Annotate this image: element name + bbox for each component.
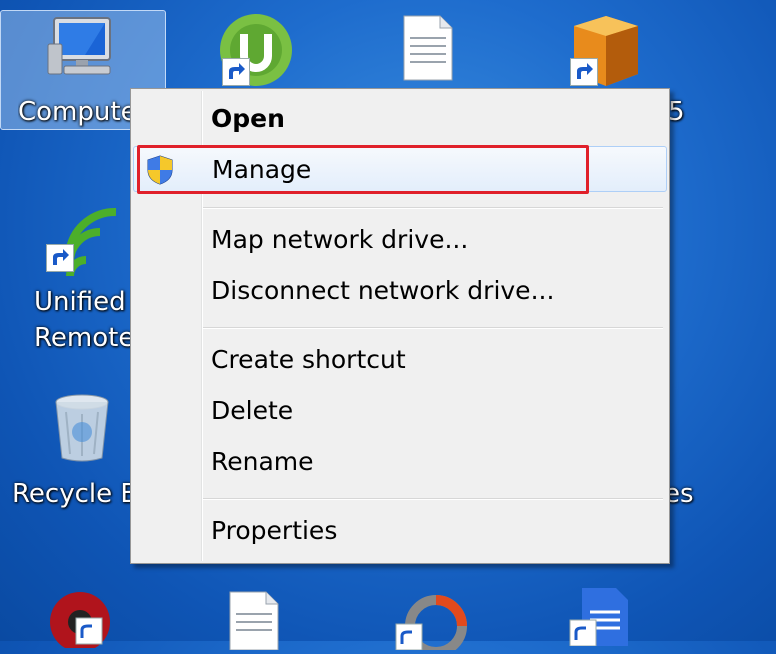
desktop-icon-label-partial: 5 <box>668 97 685 127</box>
menu-item-delete[interactable]: Delete <box>133 388 667 434</box>
menu-item-properties[interactable]: Properties <box>133 508 667 554</box>
menu-item-map-network-drive[interactable]: Map network drive... <box>133 217 667 263</box>
shortcut-arrow-icon <box>46 244 74 272</box>
menu-item-label: Map network drive... <box>211 225 469 254</box>
menu-separator <box>203 207 663 209</box>
computer-icon <box>47 17 111 75</box>
desktop-icon-utorrent[interactable] <box>218 12 294 88</box>
ring-icon <box>395 595 467 654</box>
menu-item-label: Properties <box>211 516 338 545</box>
menu-item-rename[interactable]: Rename <box>133 439 667 485</box>
menu-item-disconnect-network-drive[interactable]: Disconnect network drive... <box>133 268 667 314</box>
menu-item-label: Rename <box>211 447 314 476</box>
shortcut-arrow-icon <box>570 58 598 86</box>
desktop-icon-bottom-3[interactable] <box>394 590 470 654</box>
blue-document-icon <box>569 588 628 647</box>
menu-item-label: Disconnect network drive... <box>211 276 555 305</box>
desktop-icon-label-recycle: Recycle B <box>12 479 139 509</box>
menu-item-create-shortcut[interactable]: Create shortcut <box>133 337 667 383</box>
menu-item-label: Create shortcut <box>211 345 406 374</box>
desktop-icon-document[interactable] <box>402 14 454 82</box>
shortcut-arrow-icon <box>222 58 250 86</box>
menu-separator <box>203 498 663 500</box>
desktop-icon-unified-remote[interactable] <box>40 204 124 278</box>
desktop-icon-recycle-bin[interactable] <box>52 392 112 464</box>
desktop-icon-bottom-4[interactable] <box>568 586 638 647</box>
desktop-icon-label-remote: Remote <box>34 323 135 353</box>
document-icon <box>229 591 279 651</box>
desktop-icon-bottom-2[interactable] <box>228 590 280 651</box>
menu-item-label: Open <box>211 104 285 133</box>
desktop-icon-label-unified: Unified <box>34 287 126 317</box>
menu-separator <box>203 327 663 329</box>
red-disc-icon <box>50 592 110 652</box>
manage-highlight-box <box>137 145 589 194</box>
menu-item-open[interactable]: Open <box>133 96 667 142</box>
document-icon <box>403 15 453 81</box>
desktop-icon-package[interactable] <box>566 12 642 88</box>
desktop-icon-computer[interactable] <box>40 14 124 84</box>
menu-item-label: Delete <box>211 396 294 425</box>
desktop-icon-bottom-1[interactable] <box>46 588 122 652</box>
recycle-bin-icon <box>55 394 109 462</box>
